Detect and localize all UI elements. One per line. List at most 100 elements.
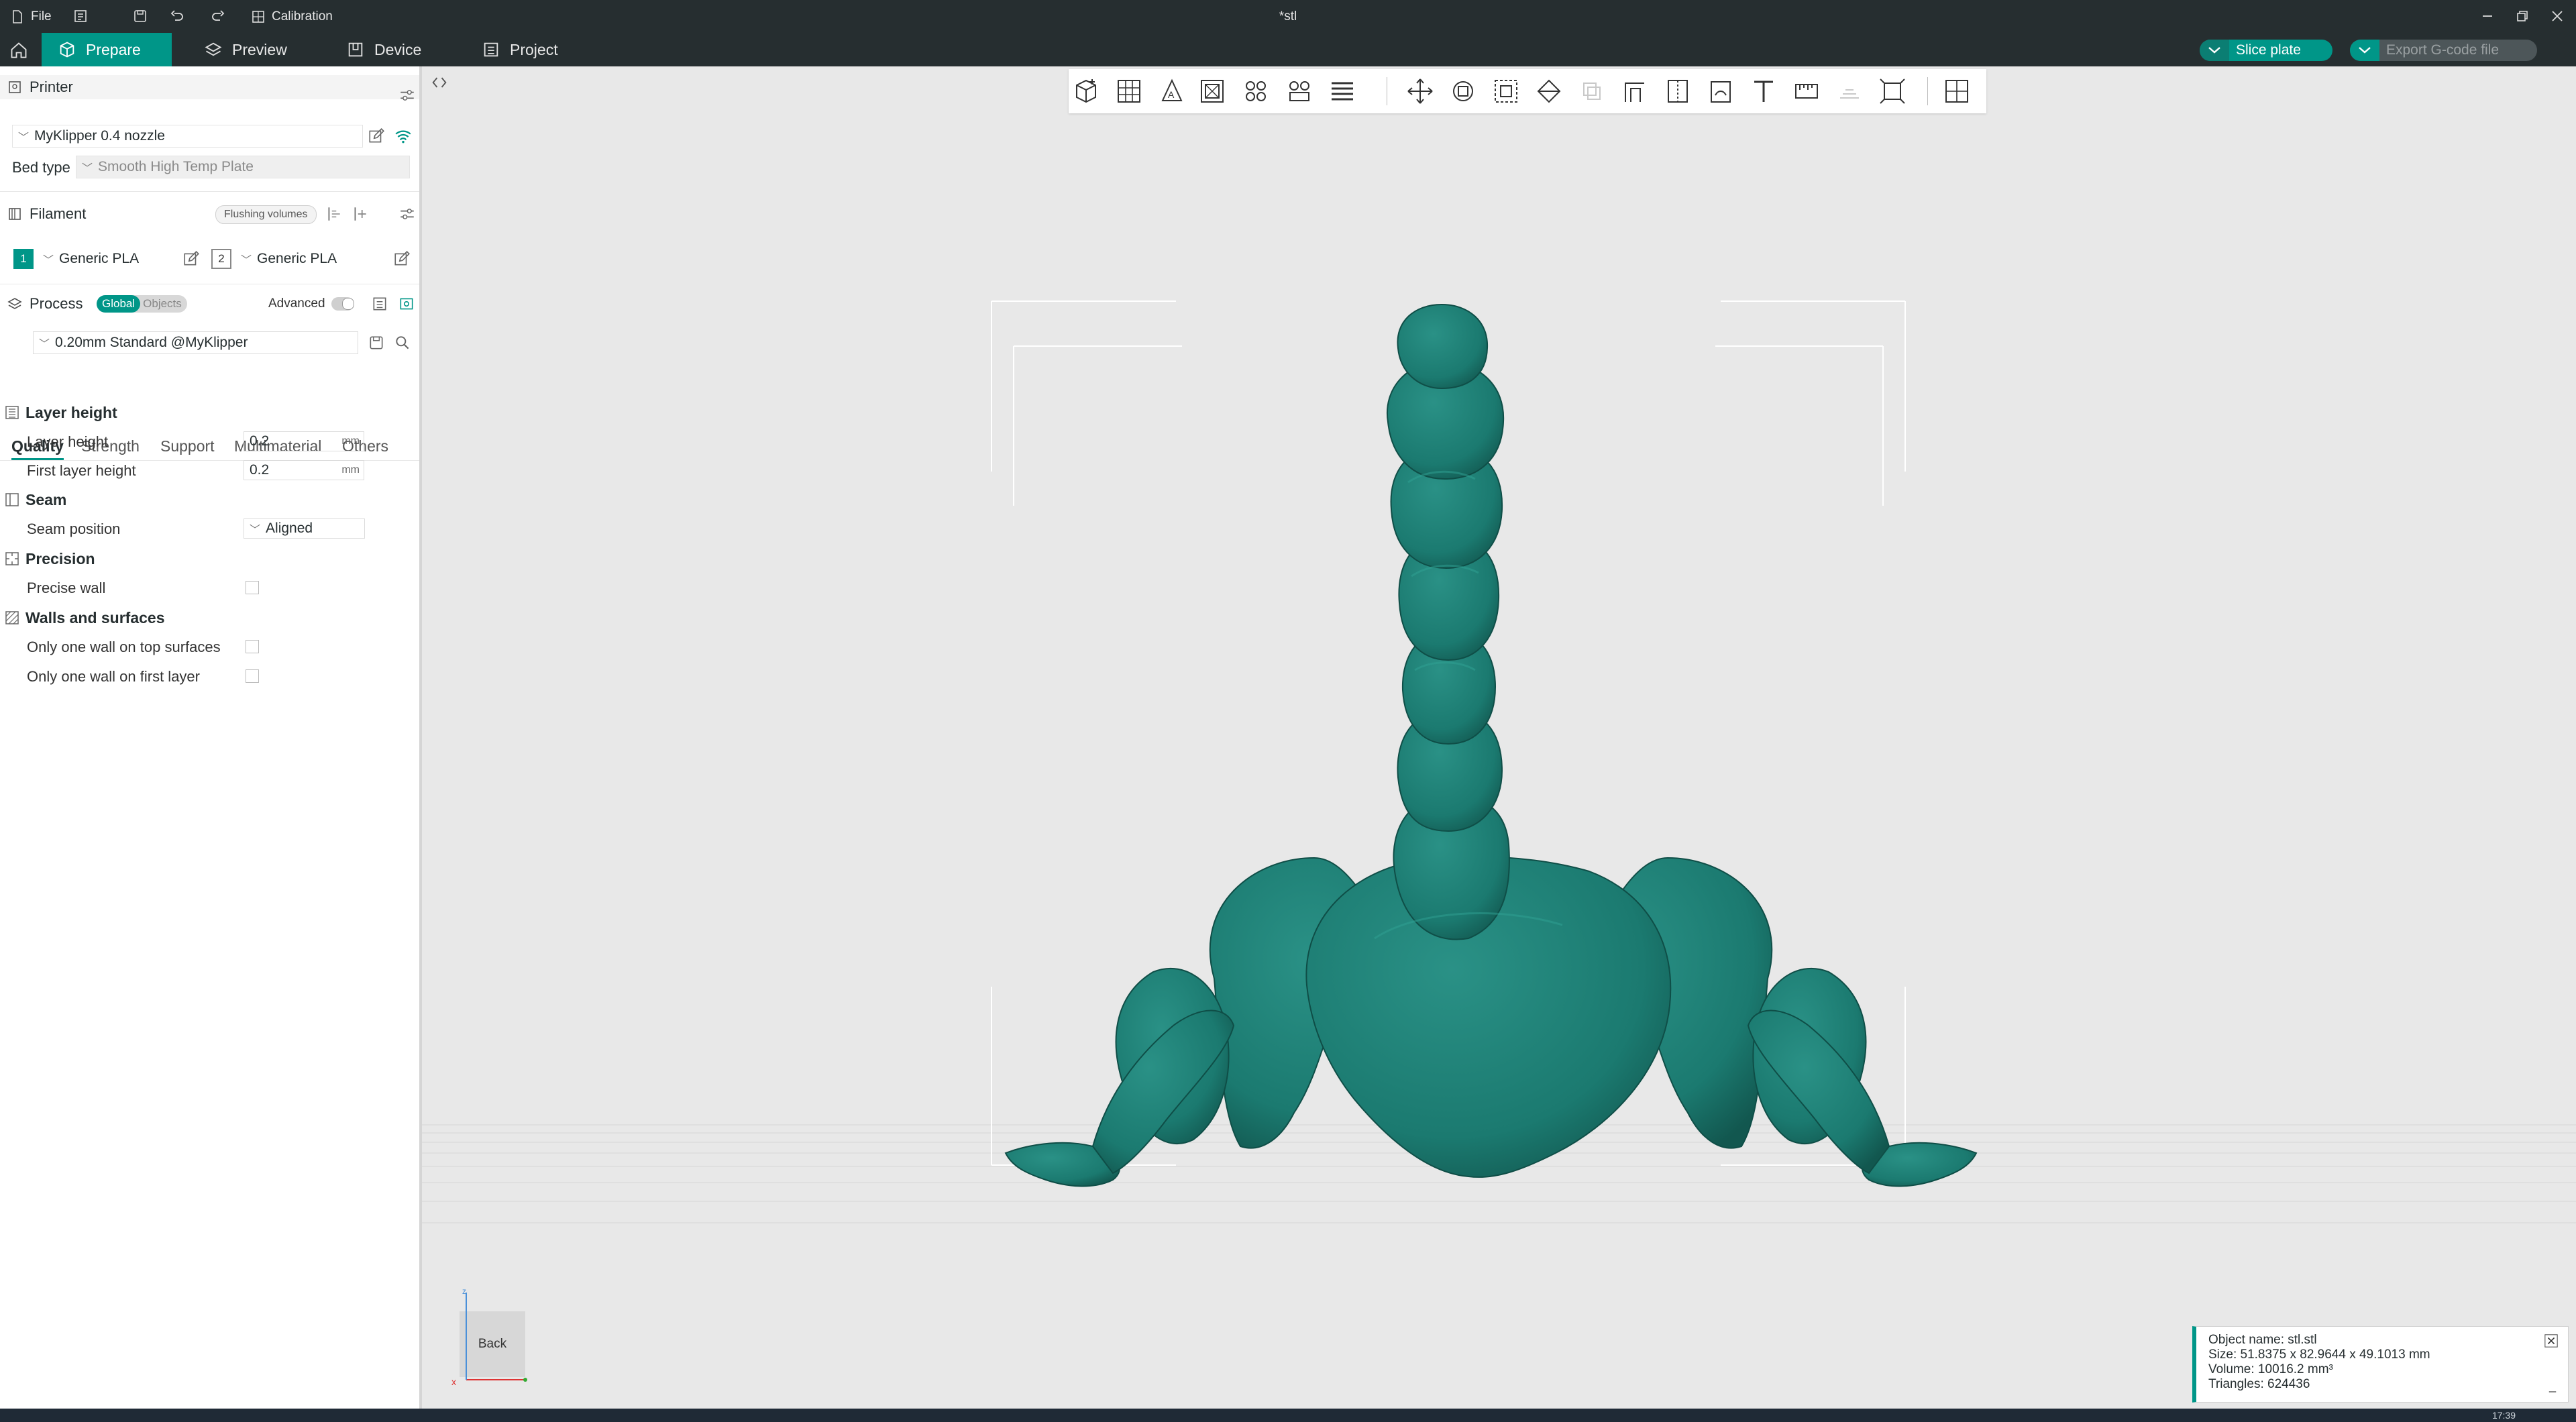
edit-icon[interactable] <box>182 250 200 268</box>
export-gcode-button[interactable]: Export G-code file <box>2350 40 2537 61</box>
bed-type-value: Smooth High Temp Plate <box>98 159 254 174</box>
toggle-global[interactable]: Global <box>97 295 141 313</box>
layers-icon <box>205 42 222 56</box>
seam-painting-icon[interactable] <box>1662 75 1694 107</box>
filament-slot-1-select[interactable]: ﹀ Generic PLA <box>38 248 178 270</box>
process-settings-icon[interactable] <box>398 295 415 313</box>
minimize-info-icon[interactable] <box>2546 1386 2559 1398</box>
walls-icon <box>5 611 19 624</box>
wifi-icon[interactable] <box>394 127 412 145</box>
brim-ears-icon[interactable] <box>1876 75 1909 107</box>
minimize-icon[interactable] <box>2479 8 2496 24</box>
save-preset-icon[interactable] <box>368 334 385 351</box>
filament-slot-2-index: 2 <box>218 252 225 265</box>
layer-height-input[interactable]: 0.2 mm <box>244 431 364 451</box>
text-icon[interactable] <box>1748 75 1780 107</box>
object-info-panel: Object name: stl.stl Size: 51.8375 x 82.… <box>2192 1326 2569 1403</box>
filament-settings-icon[interactable] <box>398 205 416 223</box>
flushing-volumes-button[interactable]: Flushing volumes <box>215 205 317 224</box>
svg-text:x: x <box>451 1376 456 1387</box>
arrange-objects-icon[interactable] <box>1240 75 1272 107</box>
printer-settings-icon[interactable] <box>398 87 416 104</box>
one-wall-first-layer-label: Only one wall on first layer <box>27 668 200 685</box>
tab-project[interactable]: Project <box>466 33 574 66</box>
printer-preset-select[interactable]: ﹀ MyKlipper 0.4 nozzle <box>12 125 363 148</box>
filament-slot-2-select[interactable]: ﹀ Generic PLA <box>235 248 390 270</box>
add-filament-icon[interactable] <box>352 205 369 223</box>
home-icon[interactable] <box>9 41 28 60</box>
calibration-label: Calibration <box>272 9 333 23</box>
cut-icon[interactable] <box>1576 75 1608 107</box>
filament-slot-2-badge[interactable]: 2 <box>211 249 231 269</box>
auto-orient-icon[interactable]: A <box>1156 75 1188 107</box>
title-bar: File Calibration *stl <box>0 0 2576 33</box>
filament-slot-1-badge[interactable]: 1 <box>13 249 34 269</box>
filament-section-title: Filament <box>30 205 87 222</box>
object-size: Size: 51.8375 x 82.9644 x 49.1013 mm <box>2208 1348 2430 1362</box>
one-wall-first-layer-checkbox[interactable] <box>246 669 259 683</box>
redo-icon[interactable] <box>210 8 226 24</box>
precise-wall-label: Precise wall <box>27 580 106 596</box>
chevron-down-icon <box>2359 47 2371 54</box>
undo-icon[interactable] <box>169 8 185 24</box>
save-icon[interactable] <box>132 8 148 24</box>
main-menu-bar: Prepare Preview Device Project Slice pla… <box>0 33 2576 66</box>
split-objects-icon[interactable] <box>1283 75 1316 107</box>
search-icon[interactable] <box>394 334 411 351</box>
measure-icon[interactable] <box>1790 75 1823 107</box>
os-taskbar: 17:39 <box>0 1409 2576 1422</box>
export-dropdown[interactable] <box>2350 40 2379 61</box>
edit-icon[interactable] <box>393 250 411 268</box>
remove-filament-icon[interactable] <box>325 205 343 223</box>
layers-editing-icon[interactable] <box>1326 75 1358 107</box>
chevron-down-icon <box>2208 47 2220 54</box>
grid-plate-icon[interactable] <box>1113 75 1145 107</box>
seam-position-select[interactable]: ﹀ Aligned <box>244 518 365 539</box>
chevron-down-icon: ﹀ <box>43 255 54 266</box>
slice-plate-button[interactable]: Slice plate <box>2200 40 2332 61</box>
close-info-icon[interactable] <box>2544 1333 2559 1348</box>
process-preset-select[interactable]: ﹀ 0.20mm Standard @MyKlipper <box>33 331 358 354</box>
build-plate-scene <box>422 300 2576 1223</box>
assembly-icon[interactable] <box>1833 75 1866 107</box>
support-painting-icon[interactable] <box>1619 75 1651 107</box>
seam-group-title: Seam <box>25 491 67 508</box>
one-wall-top-checkbox[interactable] <box>246 640 259 653</box>
split-view-icon[interactable] <box>1941 75 1973 107</box>
process-scope-toggle[interactable]: Global Objects <box>97 295 187 313</box>
precision-group-title: Precision <box>25 550 95 567</box>
arrange-plate-icon[interactable] <box>1196 75 1228 107</box>
slice-plate-label: Slice plate <box>2236 42 2301 58</box>
add-object-icon[interactable] <box>1070 75 1102 107</box>
tab-support[interactable]: Support <box>160 437 215 455</box>
tab-prepare[interactable]: Prepare <box>42 33 172 66</box>
calibration-menu[interactable]: Calibration <box>250 0 333 33</box>
move-icon[interactable] <box>1404 75 1436 107</box>
3d-viewport[interactable]: Back x z <box>422 66 2576 1409</box>
collapse-sidebar-icon[interactable] <box>430 73 449 92</box>
precise-wall-checkbox[interactable] <box>246 581 259 594</box>
file-menu[interactable]: File <box>9 0 52 33</box>
advanced-toggle[interactable] <box>331 297 354 311</box>
toggle-objects[interactable]: Objects <box>140 295 187 313</box>
close-window-icon[interactable] <box>2549 8 2565 24</box>
restore-icon[interactable] <box>2514 8 2530 24</box>
slice-dropdown[interactable] <box>2200 40 2229 61</box>
settings-sidebar: Printer ﹀ MyKlipper 0.4 nozzle Bed type … <box>0 66 422 1409</box>
viewport-toolbar: A <box>1069 69 1986 113</box>
tab-preview[interactable]: Preview <box>188 33 303 66</box>
divider <box>0 191 419 192</box>
scale-icon[interactable] <box>1490 75 1522 107</box>
list-icon[interactable] <box>72 8 89 24</box>
document-title: *stl <box>1279 9 1297 23</box>
bed-type-select[interactable]: ﹀ Smooth High Temp Plate <box>76 156 410 178</box>
project-icon <box>484 42 498 57</box>
rotate-icon[interactable] <box>1447 75 1479 107</box>
tab-device[interactable]: Device <box>330 33 437 66</box>
cube-icon <box>60 42 74 58</box>
fuzzy-skin-icon[interactable] <box>1705 75 1737 107</box>
first-layer-height-input[interactable]: 0.2 mm <box>244 460 364 480</box>
lay-on-face-icon[interactable] <box>1533 75 1565 107</box>
compare-icon[interactable] <box>371 295 388 313</box>
edit-icon[interactable] <box>368 127 385 145</box>
